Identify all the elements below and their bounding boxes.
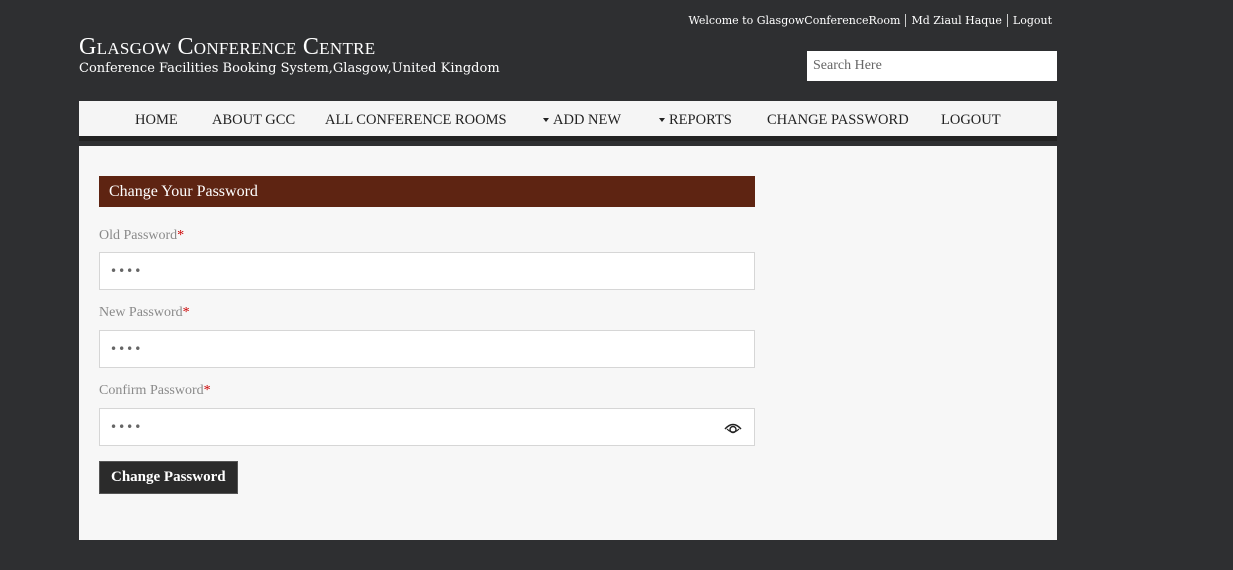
caret-down-icon: [659, 117, 665, 122]
old-password-input[interactable]: [100, 253, 754, 289]
caret-down-icon: [543, 117, 549, 122]
user-name-link[interactable]: Md Ziaul Haque: [911, 14, 1001, 27]
required-mark: *: [203, 383, 211, 398]
confirm-password-input[interactable]: [100, 409, 754, 445]
form-heading: Change Your Password: [99, 176, 755, 207]
top-user-bar: Welcome to GlasgowConferenceRoom Md Ziau…: [684, 14, 1058, 27]
nav-add-new[interactable]: ADD NEW: [543, 101, 621, 141]
site-title[interactable]: Glasgow Conference Centre: [79, 33, 500, 61]
required-mark: *: [182, 305, 190, 320]
nav-about-gcc[interactable]: ABOUT GCC: [212, 101, 295, 141]
main-content: Change Your Password Old Password* New P…: [79, 146, 1057, 540]
new-password-input[interactable]: [100, 331, 754, 367]
main-nav: HOME ABOUT GCC ALL CONFERENCE ROOMS ADD …: [79, 101, 1057, 141]
change-password-button[interactable]: Change Password: [99, 461, 238, 494]
old-password-label: Old Password*: [99, 228, 185, 243]
site-subtitle: Conference Facilities Booking System,Gla…: [79, 61, 500, 76]
nav-all-conference-rooms[interactable]: ALL CONFERENCE ROOMS: [325, 101, 507, 141]
top-logout-link[interactable]: Logout: [1013, 14, 1052, 27]
nav-reports[interactable]: REPORTS: [659, 101, 732, 141]
nav-change-password[interactable]: CHANGE PASSWORD: [767, 101, 909, 141]
old-password-field[interactable]: [99, 252, 755, 290]
confirm-password-field[interactable]: [99, 408, 755, 446]
nav-logout[interactable]: LOGOUT: [941, 101, 1001, 141]
eye-icon[interactable]: [724, 420, 742, 436]
new-password-field[interactable]: [99, 330, 755, 368]
confirm-password-label: Confirm Password*: [99, 383, 211, 398]
new-password-label: New Password*: [99, 305, 190, 320]
search-input[interactable]: [807, 51, 1057, 81]
welcome-text: Welcome to GlasgowConferenceRoom: [688, 14, 901, 27]
site-brand: Glasgow Conference Centre Conference Fac…: [79, 33, 500, 76]
nav-home[interactable]: HOME: [135, 101, 178, 141]
required-mark: *: [177, 228, 185, 243]
